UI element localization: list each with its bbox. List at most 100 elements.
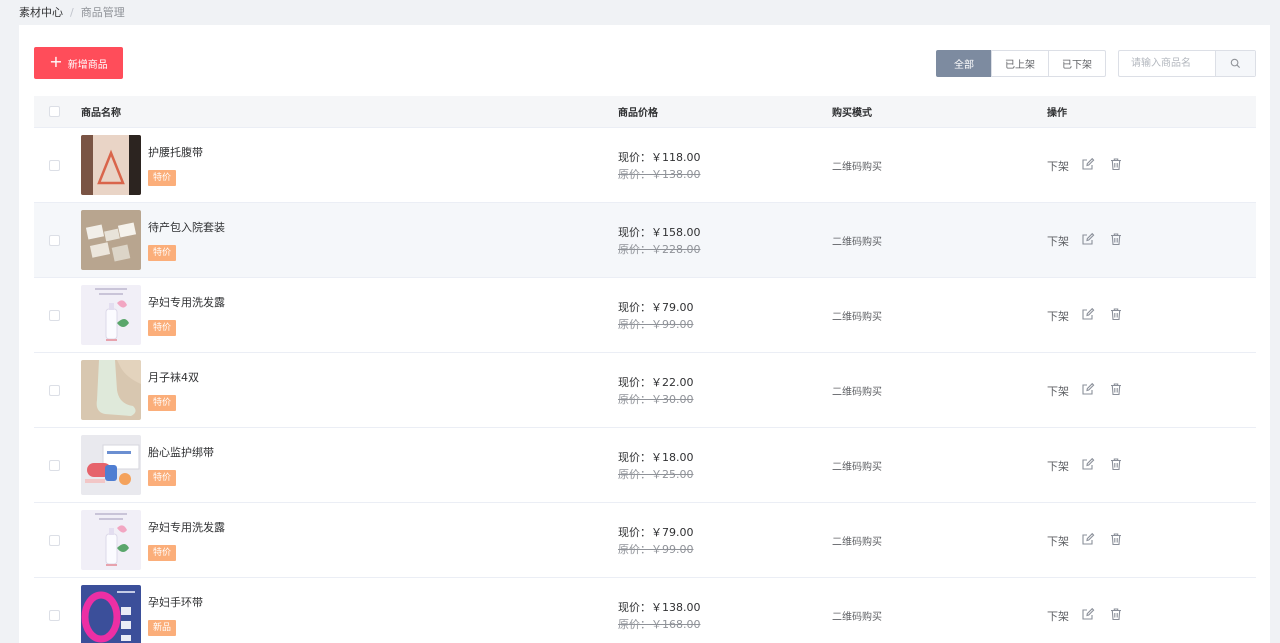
tab-all[interactable]: 全部 (936, 50, 992, 77)
add-product-button[interactable]: + 新增商品 (34, 47, 123, 79)
original-price: 原价：￥30.00 (618, 393, 694, 406)
product-tag: 特价 (148, 245, 177, 261)
table-row: 月子袜4双 特价 现价：￥22.00 原价：￥30.00 二维码购买 下架 (34, 353, 1256, 428)
status-filter-tabs: 全部 已上架 已下架 (936, 50, 1106, 77)
table-row: 胎心监护绑带 特价 现价：￥18.00 原价：￥25.00 二维码购买 下架 (34, 428, 1256, 503)
breadcrumb-separator: / (70, 5, 74, 19)
purchase-mode: 二维码购买 (832, 387, 882, 398)
product-name: 胎心监护绑带 (148, 446, 214, 459)
product-tag: 特价 (148, 170, 177, 186)
tab-off-shelf[interactable]: 已下架 (1048, 50, 1106, 77)
delete-icon[interactable] (1109, 457, 1123, 471)
take-off-shelf-link[interactable]: 下架 (1047, 533, 1069, 549)
original-price: 原价：￥138.00 (618, 168, 701, 181)
product-name: 护腰托腹带 (148, 146, 203, 159)
table-row: 护腰托腹带 特价 现价：￥118.00 原价：￥138.00 二维码购买 下架 (34, 128, 1256, 203)
current-price: 现价：￥79.00 (618, 526, 694, 539)
product-tag: 特价 (148, 395, 177, 411)
product-name: 待产包入院套装 (148, 221, 225, 234)
breadcrumb-root[interactable]: 素材中心 (19, 4, 63, 20)
purchase-mode: 二维码购买 (832, 612, 882, 623)
table-row: 孕妇专用洗发露 特价 现价：￥79.00 原价：￥99.00 二维码购买 下架 (34, 278, 1256, 353)
row-checkbox[interactable] (49, 310, 60, 321)
purchase-mode: 二维码购买 (832, 162, 882, 173)
delete-icon[interactable] (1109, 532, 1123, 546)
current-price: 现价：￥18.00 (618, 451, 694, 464)
take-off-shelf-link[interactable]: 下架 (1047, 383, 1069, 399)
row-checkbox[interactable] (49, 460, 60, 471)
product-thumbnail (81, 360, 141, 420)
delete-icon[interactable] (1109, 232, 1123, 246)
table-row: 孕妇手环带 新品 现价：￥138.00 原价：￥168.00 二维码购买 下架 (34, 578, 1256, 643)
tab-on-shelf[interactable]: 已上架 (991, 50, 1049, 77)
row-checkbox[interactable] (49, 235, 60, 246)
product-tag: 新品 (148, 620, 177, 636)
search-input[interactable] (1119, 51, 1215, 76)
product-tag: 特价 (148, 545, 177, 561)
edit-icon[interactable] (1081, 532, 1095, 546)
product-thumbnail (81, 585, 141, 643)
breadcrumb-current: 商品管理 (80, 6, 125, 19)
edit-icon[interactable] (1081, 382, 1095, 396)
search-button[interactable] (1215, 51, 1255, 76)
current-price: 现价：￥22.00 (618, 376, 694, 389)
purchase-mode: 二维码购买 (832, 312, 882, 323)
current-price: 现价：￥79.00 (618, 301, 694, 314)
original-price: 原价：￥99.00 (618, 318, 694, 331)
purchase-mode: 二维码购买 (832, 462, 882, 473)
current-price: 现价：￥118.00 (618, 151, 701, 164)
take-off-shelf-link[interactable]: 下架 (1047, 308, 1069, 324)
product-tag: 特价 (148, 320, 177, 336)
edit-icon[interactable] (1081, 232, 1095, 246)
product-name: 孕妇手环带 (148, 596, 203, 609)
search-box (1118, 50, 1256, 77)
purchase-mode: 二维码购买 (832, 537, 882, 548)
select-all-checkbox[interactable] (49, 106, 60, 117)
product-thumbnail (81, 435, 141, 495)
delete-icon[interactable] (1109, 607, 1123, 621)
original-price: 原价：￥168.00 (618, 618, 701, 631)
table-row: 待产包入院套装 特价 现价：￥158.00 原价：￥228.00 二维码购买 下… (34, 203, 1256, 278)
product-name: 孕妇专用洗发露 (148, 521, 225, 534)
edit-icon[interactable] (1081, 307, 1095, 321)
row-checkbox[interactable] (49, 535, 60, 546)
header-price: 商品价格 (618, 108, 658, 119)
product-tag: 特价 (148, 470, 177, 486)
row-checkbox[interactable] (49, 160, 60, 171)
product-thumbnail (81, 285, 141, 345)
header-name: 商品名称 (81, 108, 121, 119)
product-thumbnail (81, 210, 141, 270)
product-name: 孕妇专用洗发露 (148, 296, 225, 309)
delete-icon[interactable] (1109, 157, 1123, 171)
plus-icon: + (49, 52, 63, 71)
take-off-shelf-link[interactable]: 下架 (1047, 233, 1069, 249)
edit-icon[interactable] (1081, 157, 1095, 171)
product-table: 商品名称 商品价格 购买模式 操作 护腰托腹带 特价 现价：￥118.00 原价… (34, 96, 1256, 643)
add-product-label: 新增商品 (67, 59, 108, 71)
original-price: 原价：￥228.00 (618, 243, 701, 256)
row-checkbox[interactable] (49, 610, 60, 621)
row-checkbox[interactable] (49, 385, 60, 396)
purchase-mode: 二维码购买 (832, 237, 882, 248)
table-row: 孕妇专用洗发露 特价 现价：￥79.00 原价：￥99.00 二维码购买 下架 (34, 503, 1256, 578)
take-off-shelf-link[interactable]: 下架 (1047, 158, 1069, 174)
current-price: 现价：￥138.00 (618, 601, 701, 614)
breadcrumb: 素材中心 / 商品管理 (19, 4, 125, 20)
search-icon (1230, 58, 1241, 69)
header-op: 操作 (1047, 108, 1067, 119)
product-thumbnail (81, 135, 141, 195)
take-off-shelf-link[interactable]: 下架 (1047, 608, 1069, 624)
current-price: 现价：￥158.00 (618, 226, 701, 239)
content-panel: + 新增商品 全部 已上架 已下架 商品名称 商品价格 购买模式 操作 (19, 25, 1270, 643)
delete-icon[interactable] (1109, 307, 1123, 321)
table-header: 商品名称 商品价格 购买模式 操作 (34, 96, 1256, 128)
original-price: 原价：￥99.00 (618, 543, 694, 556)
edit-icon[interactable] (1081, 607, 1095, 621)
edit-icon[interactable] (1081, 457, 1095, 471)
delete-icon[interactable] (1109, 382, 1123, 396)
original-price: 原价：￥25.00 (618, 468, 694, 481)
product-name: 月子袜4双 (148, 371, 199, 384)
product-thumbnail (81, 510, 141, 570)
take-off-shelf-link[interactable]: 下架 (1047, 458, 1069, 474)
header-mode: 购买模式 (832, 108, 872, 119)
